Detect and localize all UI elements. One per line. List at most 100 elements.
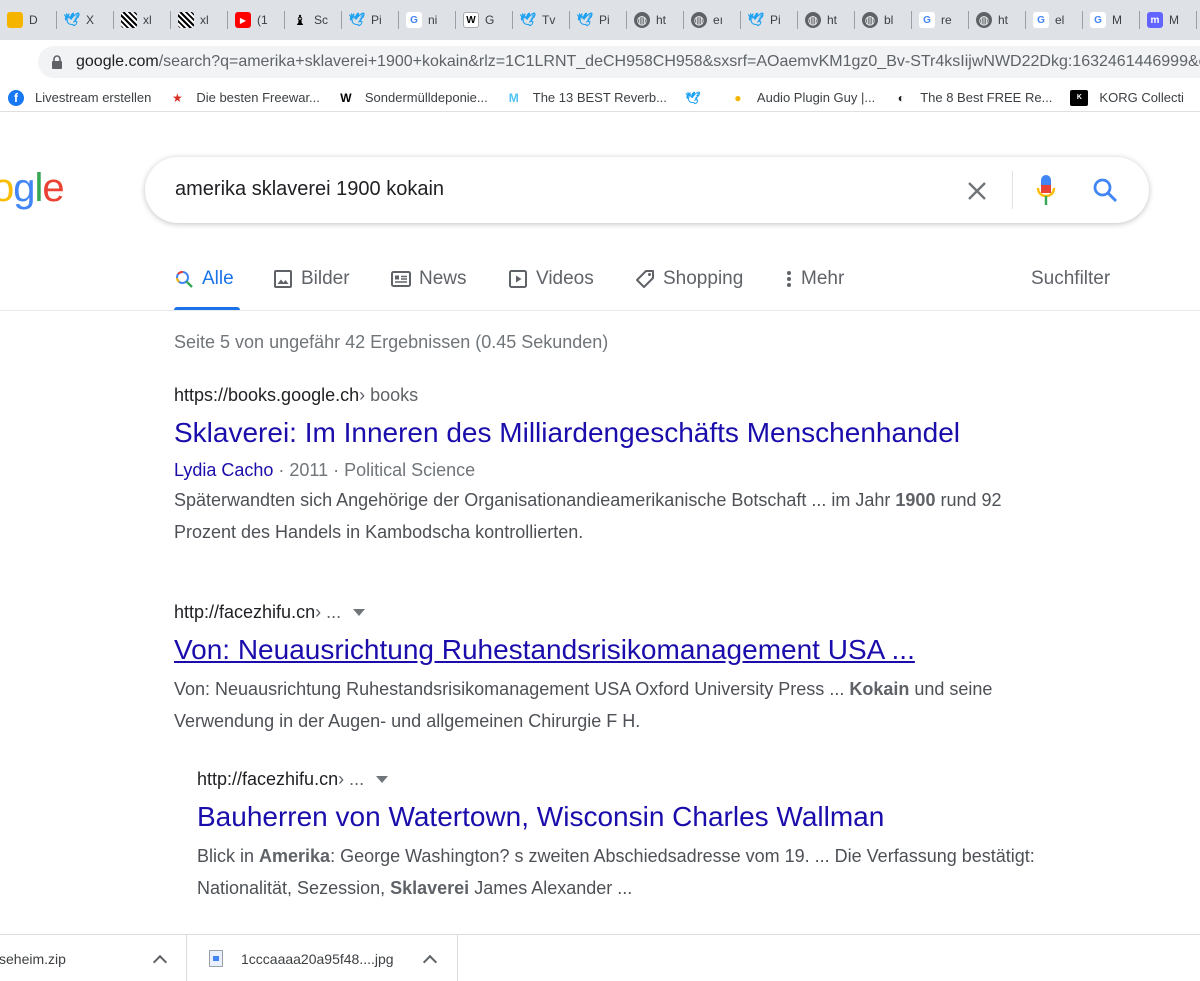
browser-tab-title: xl: [143, 13, 152, 27]
browser-tab[interactable]: D: [0, 0, 57, 40]
download-filename: 1cccaaaa20a95f48....jpg: [241, 950, 394, 967]
browser-tab-title: ht: [998, 13, 1009, 27]
browser-tab[interactable]: ◍ ht: [627, 0, 684, 40]
result-snippet: Blick in Amerika: George Washington? s z…: [197, 846, 1035, 898]
browser-tab-title: xl: [200, 13, 209, 27]
browser-tab[interactable]: ◍ eı: [684, 0, 741, 40]
download-options-button[interactable]: [422, 952, 438, 970]
browser-tab[interactable]: 🕊 Tv: [513, 0, 570, 40]
browser-tab-title: el: [1055, 13, 1065, 27]
browser-tab[interactable]: xl: [114, 0, 171, 40]
lock-icon[interactable]: [50, 55, 64, 69]
google-logo[interactable]: ogle: [0, 166, 65, 211]
twitter-icon: 🕊: [348, 12, 366, 27]
download-item[interactable]: 1cccaaaa20a95f48....jpg: [187, 935, 457, 981]
browser-tab[interactable]: Gni: [399, 0, 456, 40]
browser-tab[interactable]: ▶ (1: [228, 0, 285, 40]
brand-m-icon: M: [508, 90, 519, 105]
result-title-link[interactable]: Sklaverei: Im Inneren des Milliardengesc…: [174, 416, 1054, 450]
tab-all[interactable]: Alle: [174, 266, 234, 292]
browser-tab-title: eı: [713, 13, 724, 27]
browser-tab[interactable]: xl: [171, 0, 228, 40]
result-url[interactable]: http://facezhifu.cn › ...: [197, 769, 1077, 790]
tab-news[interactable]: News: [391, 266, 467, 292]
globe-icon: ◍: [691, 12, 707, 28]
caret-down-icon[interactable]: [353, 609, 366, 616]
caret-down-icon[interactable]: [376, 776, 389, 783]
mastodon-icon: m: [1147, 12, 1163, 28]
browser-tab[interactable]: ◍ ht: [969, 0, 1026, 40]
bookmark-item[interactable]: K KORG Collecti: [1070, 89, 1184, 106]
bookmarks-bar: f Livestream erstellen ★ Die besten Freewar…: [0, 84, 1200, 112]
search-result: http://facezhifu.cn › ... Bauherren von W…: [197, 769, 1077, 904]
browser-tab-title: bl: [884, 13, 894, 27]
download-item[interactable]: seheim.zip: [0, 935, 186, 981]
url-path: /search?q=amerika+sklaverei+1900+kokain&…: [158, 53, 1200, 70]
browser-tab[interactable]: mM: [1140, 0, 1197, 40]
bookmark-item[interactable]: W Sondermülldeponie...: [338, 90, 488, 106]
address-url: google.com/search?q=amerika+sklaverei+19…: [76, 53, 1200, 71]
twitter-icon: 🕊: [63, 12, 81, 27]
browser-tab[interactable]: ♝ Sc: [285, 0, 342, 40]
result-title-link[interactable]: Von: Neuausrichtung Ruhestandsrisikomana…: [174, 633, 1054, 667]
browser-tab[interactable]: ◍ ht: [798, 0, 855, 40]
result-author-link[interactable]: Lydia Cacho: [174, 460, 273, 480]
wikipedia-icon: W: [463, 12, 479, 28]
tab-images[interactable]: Bilder: [273, 266, 350, 292]
browser-tab[interactable]: 🕊 X: [57, 0, 114, 40]
browser-tab-title: M: [1169, 13, 1179, 27]
bookmark-label: The 8 Best FREE Re...: [920, 90, 1053, 105]
video-icon: [508, 269, 528, 289]
bookmark-item[interactable]: ● Audio Plugin Guy |...: [730, 90, 875, 106]
bookmark-item[interactable]: 🕊: [685, 90, 712, 106]
result-url-host: http://facezhifu.cn: [174, 602, 316, 622]
browser-tab[interactable]: 🕊 Pi: [342, 0, 399, 40]
browser-tab[interactable]: 🕊 Pi: [570, 0, 627, 40]
bookmark-label: Audio Plugin Guy |...: [756, 90, 876, 105]
browser-tab[interactable]: ◍ bl: [855, 0, 912, 40]
logo-letter: e: [42, 166, 64, 210]
bookmark-item[interactable]: f Livestream erstellen: [8, 89, 151, 106]
globe-icon: ◍: [805, 12, 821, 28]
result-snippet: Späterwandten sich Angehörige der Organi…: [174, 490, 1002, 542]
google-icon: G: [1090, 12, 1106, 28]
result-url[interactable]: https://books.google.ch › books: [174, 385, 1054, 406]
download-options-button[interactable]: [152, 952, 168, 970]
browser-tab-title: Pi: [770, 13, 781, 27]
search-tools-button[interactable]: Suchfilter: [1031, 266, 1110, 292]
bookmark-label: KORG Collecti: [1099, 90, 1184, 105]
voice-search-button[interactable]: [1034, 173, 1058, 207]
browser-tab[interactable]: Gre: [912, 0, 969, 40]
search-tabs: Alle Bilder News Videos Shopping Mehr Su…: [174, 266, 1174, 310]
search-input[interactable]: amerika sklaverei 1900 kokain: [175, 178, 444, 201]
bookmark-item[interactable]: ★ Die besten Freewar...: [169, 90, 320, 106]
result-snippet: Von: Neuausrichtung Ruhestandsrisikomana…: [174, 679, 993, 731]
tab-videos[interactable]: Videos: [508, 266, 594, 292]
qr-icon: [121, 12, 137, 28]
clear-search-button[interactable]: [963, 177, 991, 205]
result-url[interactable]: http://facezhifu.cn › ...: [174, 602, 1054, 623]
bookmark-label: The 13 BEST Reverb...: [532, 90, 667, 105]
browser-tab[interactable]: GM: [1083, 0, 1140, 40]
search-icon: [1093, 178, 1118, 203]
result-url-path: › books: [359, 385, 419, 405]
bookmark-item[interactable]: ◐ The 8 Best FREE Re...: [893, 90, 1053, 106]
twitter-icon: 🕊: [747, 12, 765, 27]
bookmark-item[interactable]: M The 13 BEST Reverb...: [506, 90, 667, 106]
tab-more[interactable]: Mehr: [783, 266, 844, 292]
browser-tab[interactable]: Gel: [1026, 0, 1083, 40]
address-bar[interactable]: google.com/search?q=amerika+sklaverei+19…: [38, 46, 1200, 78]
browser-tab[interactable]: 🕊 Pi: [741, 0, 798, 40]
search-button[interactable]: [1090, 175, 1120, 205]
google-icon: G: [1033, 12, 1049, 28]
result-title-link[interactable]: Bauherren von Watertown, Wisconsin Charl…: [197, 800, 1077, 834]
browser-tab[interactable]: WG: [456, 0, 513, 40]
search-box[interactable]: amerika sklaverei 1900 kokain: [145, 157, 1149, 223]
browser-tab-title: (1: [257, 13, 268, 27]
tab-images-label: Bilder: [301, 268, 350, 289]
download-bar: seheim.zip 1cccaaaa20a95f48....jpg: [0, 934, 1200, 981]
browser-tab-title: X: [86, 13, 95, 27]
result-url-host: http://facezhifu.cn: [197, 769, 339, 789]
search-result: http://facezhifu.cn › ... Von: Neuausrich…: [174, 602, 1054, 737]
tab-shopping[interactable]: Shopping: [635, 266, 743, 292]
